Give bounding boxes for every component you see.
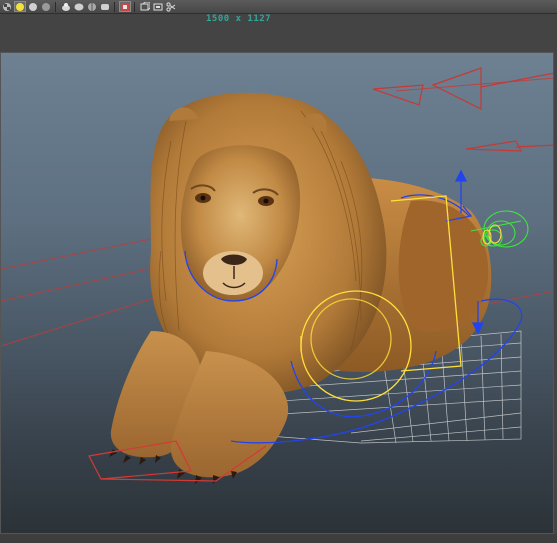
isolate-select-icon[interactable] [60, 1, 72, 12]
lion-model[interactable] [109, 92, 492, 484]
maya-viewport-window: 1500 x 1127 [0, 0, 557, 543]
shaded-sphere-icon[interactable] [27, 1, 39, 12]
toolbar-separator [114, 1, 115, 12]
xray-icon[interactable] [73, 1, 85, 12]
viewport-bottom-bar [0, 534, 557, 543]
image-plane-icon[interactable] [119, 1, 131, 12]
smooth-mesh-icon[interactable] [99, 1, 111, 12]
viewport-toolbar [0, 0, 557, 14]
xray-joints-icon[interactable] [86, 1, 98, 12]
viewport-overscan-area [0, 14, 557, 54]
toolbar-separator [55, 1, 56, 12]
camera-gate-icon[interactable] [139, 1, 151, 12]
resolution-gate-label: 1500 x 1127 [206, 14, 272, 24]
checker-sphere-icon[interactable] [1, 1, 13, 12]
3d-viewport[interactable] [0, 52, 554, 534]
resolution-gate-icon[interactable] [152, 1, 164, 12]
toolbar-separator [134, 1, 135, 12]
viewport-scene [1, 67, 553, 484]
light-sphere-icon[interactable] [14, 1, 26, 12]
dark-sphere-icon[interactable] [40, 1, 52, 12]
scissors-icon[interactable] [165, 1, 177, 12]
